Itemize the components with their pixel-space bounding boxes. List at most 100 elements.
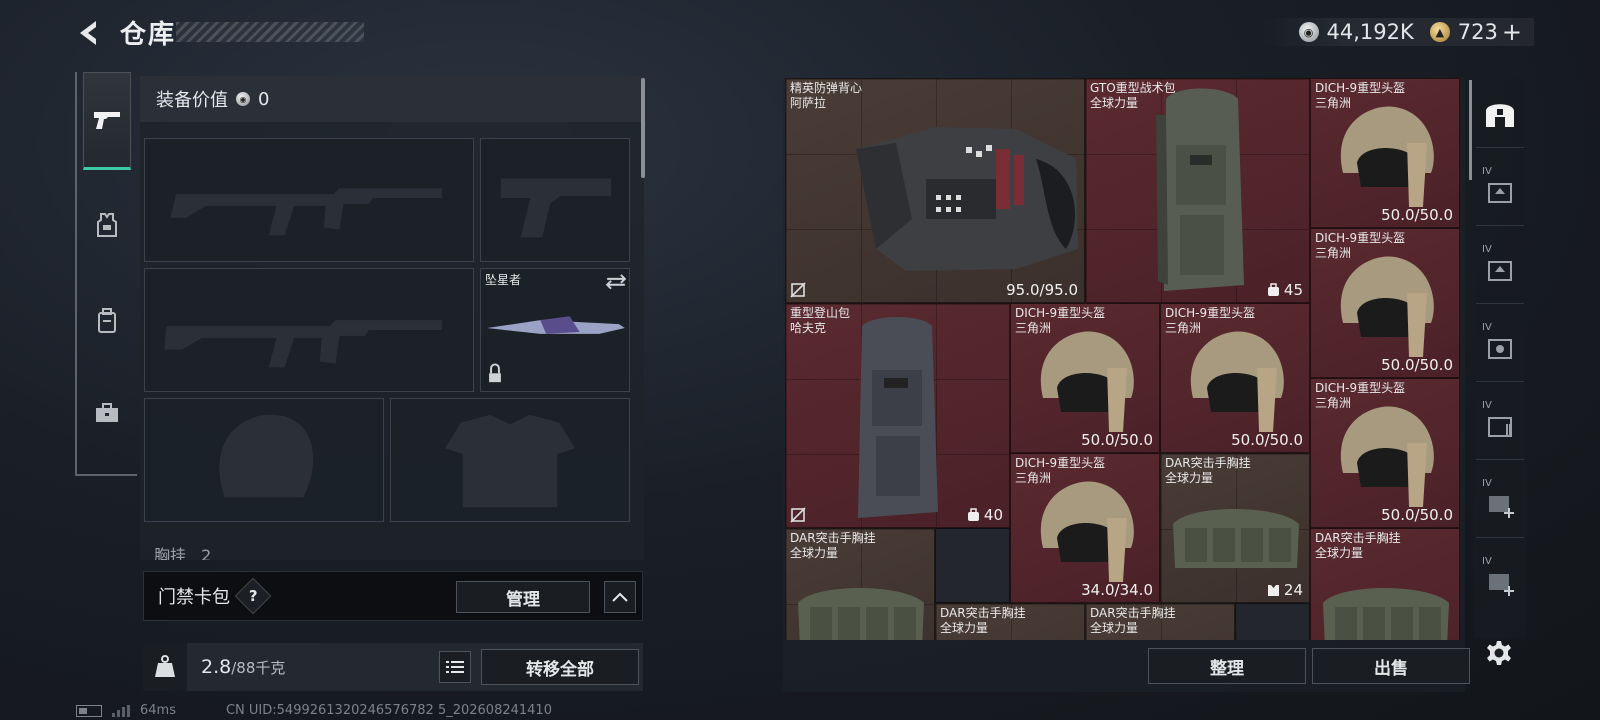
home-stash-icon: [1486, 103, 1514, 127]
weight-icon-wrap: [143, 643, 187, 691]
gold-coin-icon: ▲: [1429, 22, 1450, 42]
item-capacity: 40: [967, 506, 1003, 524]
equipment-value-bar: 装备价值 ◉ 0: [140, 76, 644, 122]
primary-weapon-slot-2[interactable]: [144, 268, 474, 392]
item-name: DICH-9重型头盔 三角洲: [1165, 306, 1256, 335]
item-name: GTO重型战术包 全球力量: [1090, 81, 1176, 110]
stash-item-helmet[interactable]: DICH-9重型头盔 三角洲 50.0/50.0: [1310, 378, 1460, 528]
stash-tab-level: IV: [1482, 556, 1492, 567]
tab-backpack[interactable]: [83, 272, 131, 370]
chest-count: 2: [201, 546, 212, 560]
equipment-scrollbar[interactable]: [641, 78, 645, 178]
chevron-up-icon: [612, 592, 628, 602]
heavy-backpack-icon: [858, 317, 938, 518]
back-arrow-icon: [80, 21, 96, 45]
primary-weapon-slot[interactable]: [144, 138, 474, 262]
stash-grid: 精英防弹背心 阿萨拉 95.0/95.0 GTO重型战术包 全球力量 45 DI…: [785, 78, 1461, 640]
weight-max: /88千克: [231, 658, 286, 677]
item-capacity-value: 24: [1283, 581, 1303, 599]
item-durability: 50.0/50.0: [1231, 431, 1303, 449]
backpack-capacity-icon: [1267, 283, 1279, 296]
secondary-weapon-slot[interactable]: [480, 138, 630, 262]
tab-weapons[interactable]: [83, 72, 131, 170]
chest-rig-icon: [1323, 588, 1449, 640]
sort-button[interactable]: 整理: [1148, 648, 1306, 684]
chest-rig-icon: [798, 588, 924, 640]
helmet-slot[interactable]: [144, 398, 384, 522]
stash-item-chest-rig[interactable]: DAR突击手胸挂 全球力量: [1310, 528, 1460, 640]
title-decoration: [176, 22, 364, 42]
stash-tab-container-1[interactable]: IV: [1476, 156, 1524, 226]
sell-button[interactable]: 出售: [1312, 648, 1470, 684]
tab-armor[interactable]: [83, 176, 131, 274]
back-button[interactable]: [72, 16, 106, 50]
stash-item-chest-rig[interactable]: DAR突击手胸挂 全球力量: [935, 603, 1085, 640]
empty-stash-cell[interactable]: [935, 528, 1010, 603]
melee-weapon-slot[interactable]: 坠星者: [480, 268, 630, 392]
item-name: DAR突击手胸挂 全球力量: [1165, 456, 1251, 485]
container-icon: [1488, 416, 1512, 437]
stash-tab-level: IV: [1482, 166, 1492, 177]
helmet-icon: [1340, 106, 1434, 207]
stash-item-helmet[interactable]: DICH-9重型头盔 三角洲 50.0/50.0: [1010, 303, 1160, 453]
item-name: DAR突击手胸挂 全球力量: [790, 531, 876, 560]
helmet-icon: [1040, 331, 1134, 432]
settings-button[interactable]: [1482, 636, 1516, 670]
item-name: DICH-9重型头盔 三角洲: [1015, 456, 1106, 485]
stash-item-helmet[interactable]: DICH-9重型头盔 三角洲 50.0/50.0: [1310, 78, 1460, 228]
item-name: DICH-9重型头盔 三角洲: [1315, 381, 1406, 410]
item-durability: 50.0/50.0: [1381, 356, 1453, 374]
container-icon: [1488, 260, 1512, 281]
container-icon: [1488, 338, 1512, 359]
empty-stash-cell[interactable]: [1235, 603, 1310, 640]
helmet-silhouette-icon: [219, 414, 314, 498]
stash-item-helmet[interactable]: DICH-9重型头盔 三角洲 50.0/50.0: [1310, 228, 1460, 378]
list-view-button[interactable]: [439, 651, 471, 683]
stash-tab-level: IV: [1482, 244, 1492, 255]
stash-item-gto-backpack[interactable]: GTO重型战术包 全球力量 45: [1085, 78, 1310, 303]
item-durability: 34.0/34.0: [1081, 581, 1153, 599]
item-name: DAR突击手胸挂 全球力量: [1090, 606, 1176, 635]
silver-coin-icon: ◉: [236, 92, 250, 106]
backpack-capacity-icon: [967, 508, 979, 521]
item-durability: 50.0/50.0: [1081, 431, 1153, 449]
stash-item-chest-rig[interactable]: DAR突击手胸挂 全球力量: [785, 528, 935, 640]
equipment-value: 0: [258, 88, 270, 110]
stash-item-elite-vest[interactable]: 精英防弹背心 阿萨拉 95.0/95.0: [785, 78, 1085, 303]
item-name: 重型登山包 哈夫克: [790, 306, 851, 335]
stash-tab-add-2[interactable]: IV: [1476, 546, 1524, 616]
stash-item-helmet[interactable]: DICH-9重型头盔 三角洲 50.0/50.0: [1160, 303, 1310, 453]
manage-button[interactable]: 管理: [456, 581, 590, 613]
help-button[interactable]: ?: [234, 577, 272, 615]
item-name: DAR突击手胸挂 全球力量: [1315, 531, 1401, 560]
stash-scrollbar[interactable]: [1469, 80, 1472, 180]
buy-currency-button[interactable]: +: [1502, 18, 1522, 46]
stash-tab-add-1[interactable]: IV: [1476, 468, 1524, 538]
chest-rig-capacity-icon: [1267, 585, 1279, 596]
chest-rig-icon: [1173, 509, 1299, 568]
stash-tab-container-4[interactable]: IV: [1476, 390, 1524, 460]
user-uid: CN UID:5499261320246576782 5_20260824141…: [225, 703, 552, 718]
stash-tab-level: IV: [1482, 322, 1492, 333]
stash-tab-container-3[interactable]: IV: [1476, 312, 1524, 382]
stash-item-chest-rig[interactable]: DAR突击手胸挂 全球力量 24: [1160, 453, 1310, 603]
stash-item-helmet[interactable]: DICH-9重型头盔 三角洲 34.0/34.0: [1010, 453, 1160, 603]
stash-tab-bar: IV IV IV IV IV IV: [1474, 78, 1526, 638]
item-name: 精英防弹背心 阿萨拉: [790, 81, 863, 110]
weight-kg-icon: [155, 655, 175, 677]
signal-icon: [112, 704, 130, 717]
stash-item-chest-rig[interactable]: DAR突击手胸挂 全球力量: [1085, 603, 1235, 640]
item-name: DICH-9重型头盔 三角洲: [1315, 231, 1406, 260]
stash-item-mountain-backpack[interactable]: 重型登山包 哈夫克 40: [785, 303, 1010, 528]
chest-label-text: 胸挂: [154, 546, 187, 560]
stash-tab-main[interactable]: [1476, 78, 1524, 148]
transfer-all-button[interactable]: 转移全部: [481, 649, 639, 685]
stash-tab-level: IV: [1482, 400, 1492, 411]
collapse-button[interactable]: [604, 581, 636, 613]
item-name: DAR突击手胸挂 全球力量: [940, 606, 1026, 635]
tab-case[interactable]: [83, 364, 131, 462]
gold-amount: 723: [1457, 20, 1498, 44]
armor-slot[interactable]: [390, 398, 630, 522]
weight-current: 2.8: [201, 656, 232, 678]
stash-tab-container-2[interactable]: IV: [1476, 234, 1524, 304]
